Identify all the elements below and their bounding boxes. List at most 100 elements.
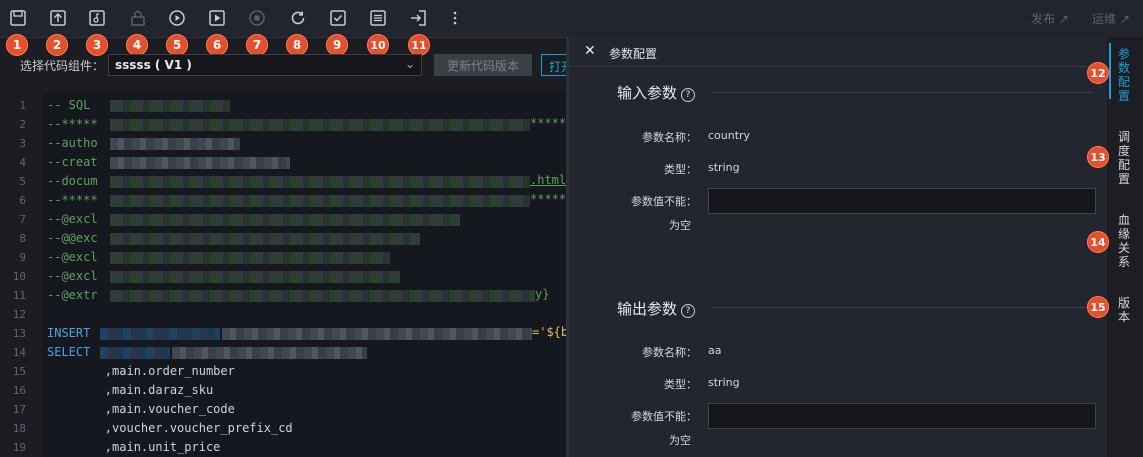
chevron-down-icon: ⌄ [404,57,415,71]
code-line: --@@exc [47,231,98,245]
param-name-label: 参数名称： [642,131,697,144]
code-line: --autho [47,136,98,150]
redacted-text [110,290,535,302]
marker: 13 [1087,146,1109,168]
code-component-select[interactable]: sssss ( V1 ) ⌄ [108,54,422,76]
line-number: 4 [19,156,26,169]
code-line: ,main.unit_price [47,440,221,454]
line-number: 7 [19,213,26,226]
code-line: --@excl [47,212,98,226]
redacted-text [110,271,400,283]
format-icon[interactable] [369,9,387,27]
line-number: 16 [12,384,26,397]
right-sidebar: 参数配置 调度配置 血缘关系 版本 [1107,37,1143,457]
redacted-text [172,347,367,359]
line-number: 2 [19,118,26,131]
code-line: INSERT [47,326,91,340]
output-params-title: 输出参数? [617,298,696,319]
code-line: --creat [47,155,98,169]
code-editor[interactable]: 1 -- SQL 2 --***** 3 --autho 4 --creat 5 --docum 6… [0,92,568,457]
active-tab-indicator [1109,43,1111,99]
stop-icon[interactable] [248,9,266,27]
toolbar: 发布 ↗ 运维 ↗ [0,0,1143,38]
redacted-text [110,157,290,169]
redacted-text [110,119,530,131]
save-icon[interactable] [9,9,27,27]
code-line: --docum [47,174,98,188]
param-name-value: aa [708,344,722,357]
marker: 15 [1087,296,1109,318]
marker: 12 [1087,62,1109,84]
line-number: 19 [12,441,26,454]
code-line: --@excl [47,269,98,283]
submit-icon[interactable] [49,9,67,27]
redacted-text [100,347,170,359]
tab-schedule-config[interactable]: 调度配置 [1117,130,1131,186]
redacted-text [110,214,460,226]
param-type-value: string [708,161,740,174]
redacted-text [110,233,420,245]
redacted-text [222,328,532,340]
param-value-input[interactable] [708,188,1096,214]
help-icon[interactable]: ? [681,304,696,318]
line-number: 10 [12,270,26,283]
line-number: 9 [19,251,26,264]
lock-icon[interactable] [129,9,147,27]
redacted-text [100,328,220,340]
check-icon[interactable] [329,9,347,27]
code-line: --@extr [47,288,98,302]
param-type-value: string [708,376,740,389]
line-number: 1 [19,99,26,112]
code-tail: ='${b [532,325,568,339]
param-config-panel: ✕ 参数配置 输入参数? 参数名称： country 类型： string 参数… [569,37,1107,457]
more-icon[interactable] [446,9,464,27]
code-line: --***** [47,117,98,131]
tab-version[interactable]: 版本 [1117,296,1131,324]
run-with-params-icon[interactable] [208,9,226,27]
publish-button[interactable]: 发布 ↗ [1031,10,1069,27]
input-params-title: 输入参数? [617,82,696,103]
line-number: 11 [12,289,26,302]
line-number: 15 [12,365,26,378]
param-type-label: 类型： [664,163,697,176]
exit-icon[interactable] [409,9,427,27]
line-number: 12 [12,308,26,321]
panel-title: 参数配置 [609,47,658,61]
code-line: ,voucher.voucher_prefix_cd [47,421,293,435]
line-number: 13 [12,327,26,340]
code-tail: ***** [530,116,567,130]
steal-lock-icon[interactable] [88,9,106,27]
code-line: SELECT [47,345,91,359]
redacted-text [110,252,390,264]
code-tail: y} [535,287,550,301]
param-name-value: country [708,129,751,142]
run-icon[interactable] [168,9,186,27]
help-icon[interactable]: ? [681,88,696,102]
tab-param-config[interactable]: 参数配置 [1117,47,1131,103]
redacted-text [110,176,530,188]
tab-lineage[interactable]: 血缘关系 [1117,213,1131,269]
code-line: --@excl [47,250,98,264]
param-required-label-2: 为空 [669,219,691,232]
code-tail: ***** [530,192,567,206]
marker: 14 [1087,231,1109,253]
code-component-bar: 选择代码组件： sssss ( V1 ) ⌄ 更新代码版本 打开 [0,48,575,82]
line-number: 8 [19,232,26,245]
ops-button[interactable]: 运维 ↗ [1092,10,1130,27]
code-line: --***** [47,193,98,207]
code-component-label: 选择代码组件： [20,59,105,73]
line-number: 3 [19,137,26,150]
code-component-value: sssss ( V1 ) [115,58,192,72]
param-type-label: 类型： [664,378,697,391]
update-code-version-button[interactable]: 更新代码版本 [434,54,532,76]
param-value-input[interactable] [708,403,1096,429]
param-required-label: 参数值不能： [631,195,697,208]
redacted-text [110,100,230,112]
line-number: 6 [19,194,26,207]
redacted-text [110,138,240,150]
code-line: ,main.order_number [47,364,235,378]
close-icon[interactable]: ✕ [584,43,596,59]
code-tail: .html [530,173,567,187]
code-line: ,main.daraz_sku [47,383,214,397]
reload-icon[interactable] [289,9,307,27]
